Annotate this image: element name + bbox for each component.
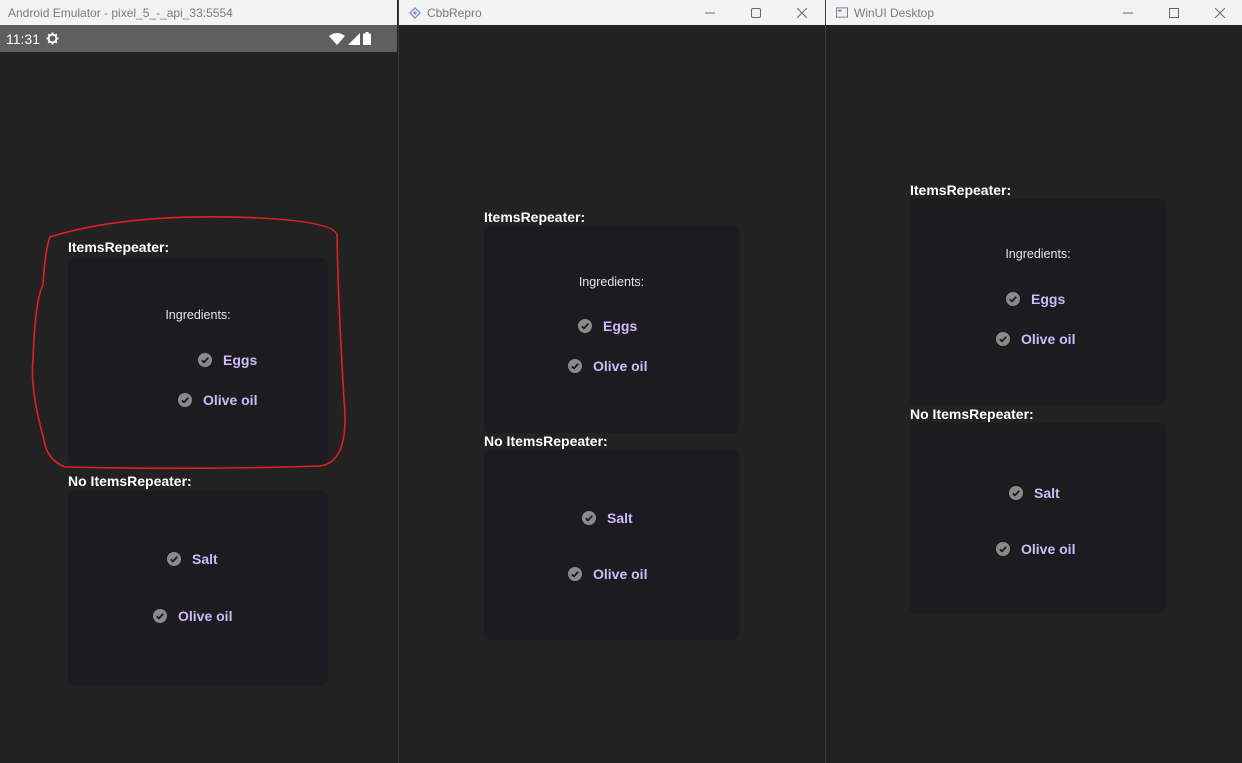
item-label: Eggs — [223, 352, 258, 368]
list-item: Olive oil — [996, 541, 1075, 557]
list-item: Eggs — [198, 352, 257, 368]
list-item: Eggs — [1006, 291, 1065, 307]
window-title: CbbRepro — [427, 5, 482, 20]
winui-desktop-window: WinUI Desktop ItemsRepeater: Ingredients… — [825, 0, 1242, 763]
no-items-repeater-label: No ItemsRepeater: — [68, 473, 192, 489]
check-circle-icon — [167, 552, 181, 566]
close-icon[interactable] — [779, 0, 825, 25]
maximize-icon[interactable] — [733, 0, 779, 25]
list-item: Salt — [582, 510, 633, 526]
list-item: Eggs — [578, 318, 637, 334]
check-circle-icon — [568, 359, 582, 373]
cbbrepro-window: CbbRepro ItemsRepeater: Ingredients: Egg… — [398, 0, 825, 763]
items-repeater-label: ItemsRepeater: — [484, 209, 586, 225]
app-icon — [409, 6, 421, 19]
window-title: Android Emulator - pixel_5_-_api_33:5554 — [8, 5, 233, 20]
item-label: Olive oil — [203, 392, 258, 408]
check-circle-icon — [996, 332, 1010, 346]
item-label: Olive oil — [593, 566, 648, 582]
items-repeater-card: Ingredients: Eggs Olive oil — [910, 199, 1166, 405]
check-circle-icon — [1009, 486, 1023, 500]
no-items-repeater-label: No ItemsRepeater: — [484, 433, 608, 449]
check-circle-icon — [568, 567, 582, 581]
check-circle-icon — [578, 319, 592, 333]
minimize-icon[interactable] — [1105, 0, 1151, 25]
item-label: Olive oil — [1021, 541, 1076, 557]
cbbrepro-titlebar: CbbRepro — [399, 0, 825, 25]
list-item: Olive oil — [568, 566, 647, 582]
android-status-bar: 11:31 — [0, 25, 397, 52]
caption-buttons — [687, 0, 825, 25]
item-label: Eggs — [603, 318, 638, 334]
winui-titlebar: WinUI Desktop — [826, 0, 1242, 25]
caption-buttons — [1105, 0, 1242, 25]
item-label: Olive oil — [178, 608, 233, 624]
no-items-repeater-card: Salt Olive oil — [910, 423, 1166, 613]
window-title: WinUI Desktop — [854, 5, 935, 20]
list-item: Olive oil — [153, 608, 232, 624]
check-circle-icon — [1006, 292, 1020, 306]
status-time: 11:31 — [6, 30, 40, 47]
list-item: Salt — [1009, 485, 1060, 501]
items-repeater-card: Ingredients: Eggs Olive oil — [68, 258, 328, 465]
ingredients-label: Ingredients: — [165, 308, 231, 322]
battery-icon — [363, 32, 371, 48]
items-repeater-label: ItemsRepeater: — [68, 239, 170, 255]
check-circle-icon — [198, 353, 212, 367]
list-item: Salt — [167, 551, 218, 567]
android-emulator-window: Android Emulator - pixel_5_-_api_33:5554… — [0, 0, 397, 763]
ingredients-label: Ingredients: — [578, 275, 645, 289]
list-item: Olive oil — [996, 331, 1075, 347]
ingredients-label: Ingredients: — [1005, 247, 1071, 261]
list-item: Olive oil — [178, 392, 257, 408]
item-label: Salt — [1034, 485, 1060, 501]
maximize-icon[interactable] — [1151, 0, 1197, 25]
item-label: Olive oil — [1021, 331, 1076, 347]
item-label: Salt — [192, 551, 218, 567]
app-icon — [836, 7, 848, 19]
no-items-repeater-card: Salt Olive oil — [484, 450, 739, 640]
items-repeater-label: ItemsRepeater: — [910, 182, 1012, 198]
check-circle-icon — [582, 511, 596, 525]
minimize-icon[interactable] — [687, 0, 733, 25]
item-label: Salt — [607, 510, 633, 526]
check-circle-icon — [153, 609, 167, 623]
wifi-icon — [329, 32, 345, 48]
gear-icon — [46, 32, 59, 45]
item-label: Eggs — [1031, 291, 1066, 307]
check-circle-icon — [996, 542, 1010, 556]
no-items-repeater-card: Salt Olive oil — [68, 491, 328, 685]
close-icon[interactable] — [1197, 0, 1242, 25]
status-icons — [329, 32, 371, 48]
android-titlebar: Android Emulator - pixel_5_-_api_33:5554 — [0, 0, 397, 25]
item-label: Olive oil — [593, 358, 648, 374]
no-items-repeater-label: No ItemsRepeater: — [910, 406, 1034, 422]
list-item: Olive oil — [568, 358, 647, 374]
signal-icon — [348, 32, 360, 48]
items-repeater-card: Ingredients: Eggs Olive oil — [484, 226, 739, 433]
check-circle-icon — [178, 393, 192, 407]
